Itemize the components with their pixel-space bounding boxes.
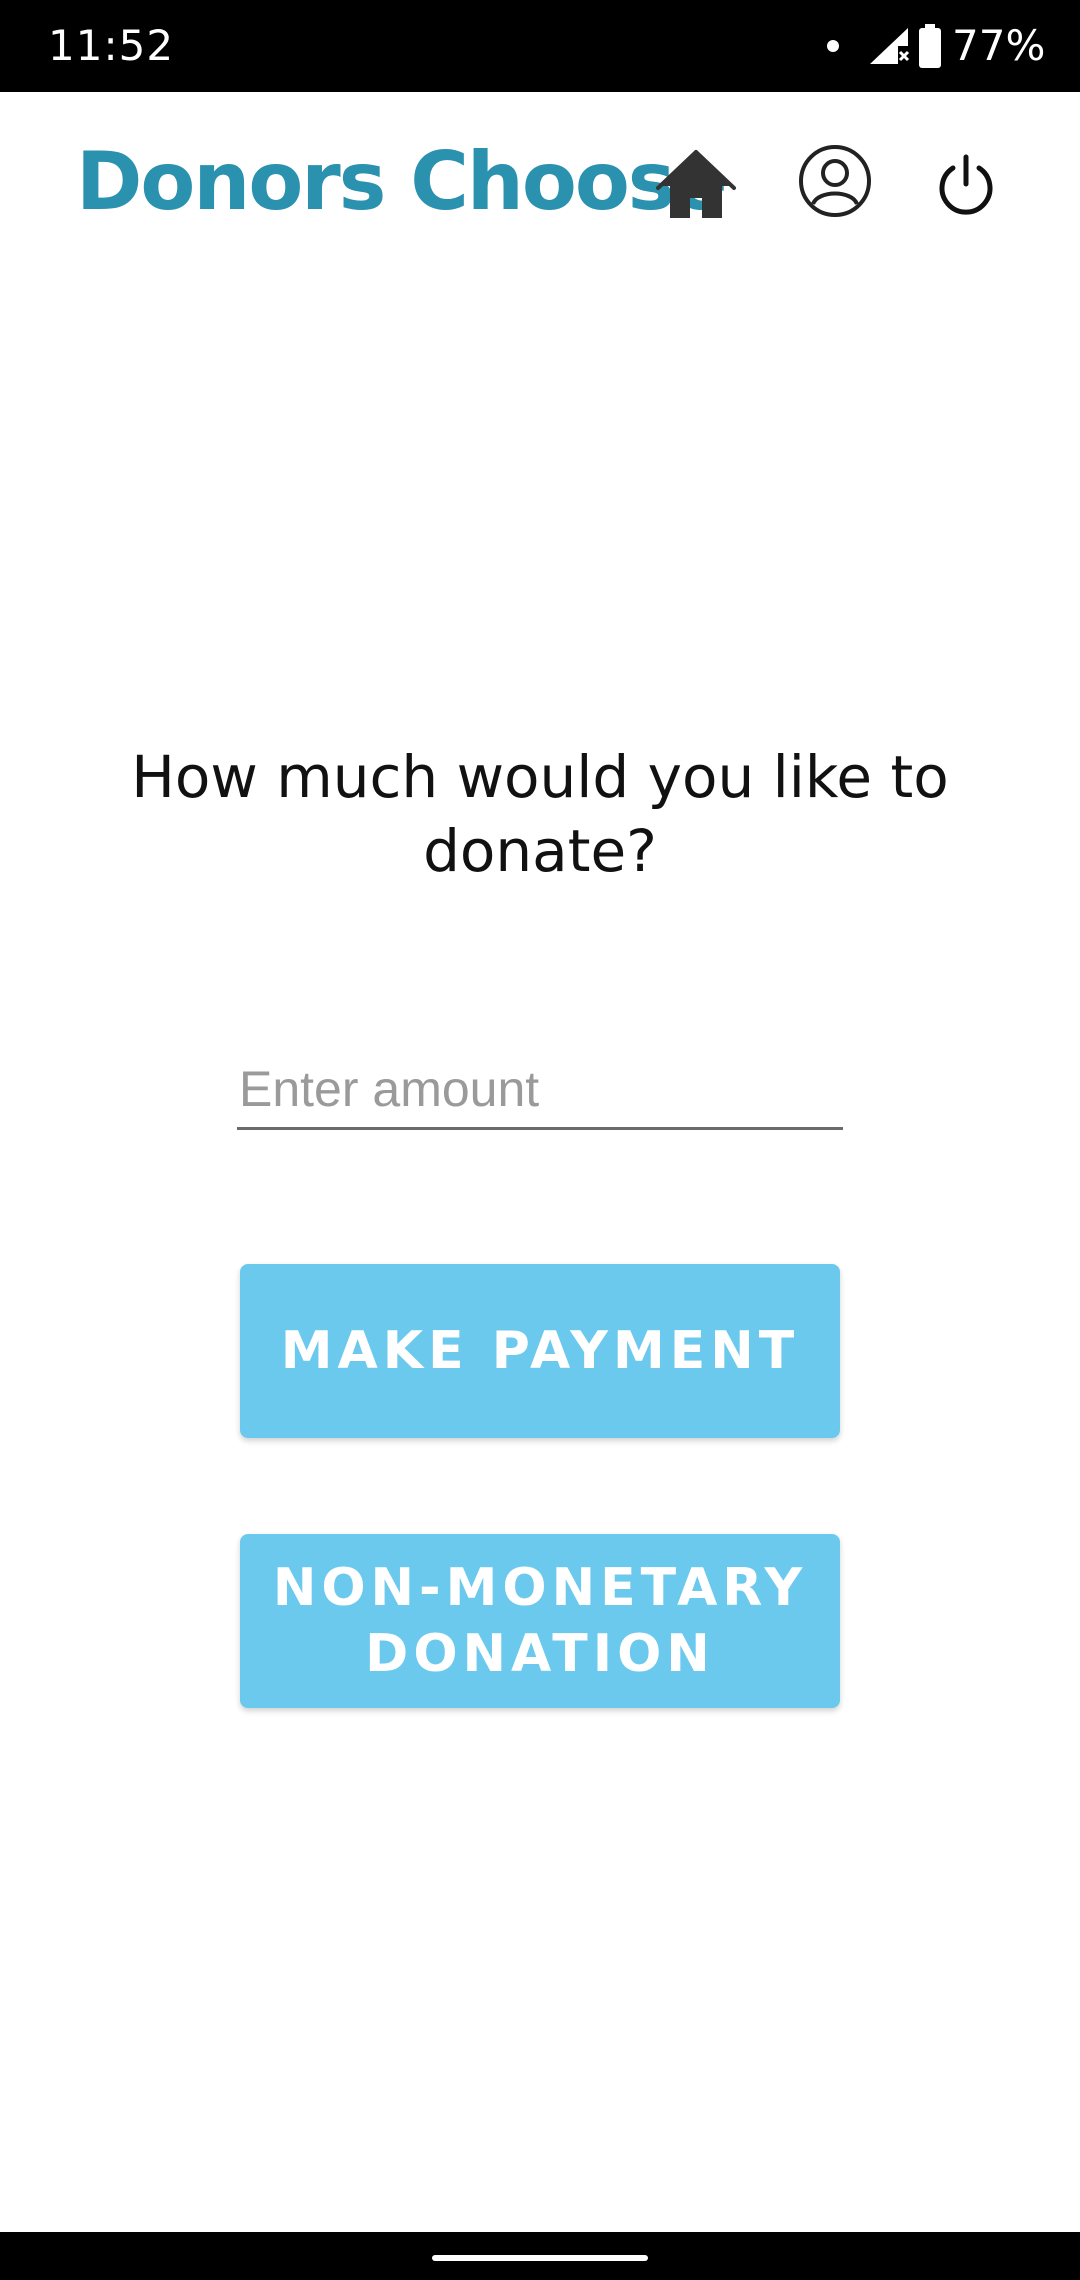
status-bar: 11:52 77% <box>0 0 1080 92</box>
battery-icon <box>919 24 941 68</box>
non-monetary-donation-button[interactable]: NON-MONETARY DONATION <box>240 1534 840 1708</box>
home-gesture-handle[interactable] <box>432 2255 648 2261</box>
battery-percent: 77% <box>952 21 1046 70</box>
make-payment-button[interactable]: MAKE PAYMENT <box>240 1264 840 1438</box>
signal-no-data-icon <box>870 28 910 64</box>
notification-dot-icon <box>827 40 839 52</box>
app-title: Donors Choose <box>76 135 728 228</box>
profile-icon[interactable] <box>798 144 872 218</box>
donation-screen: 11:52 77% Donors Choose How much would y… <box>0 0 1080 2280</box>
status-time: 11:52 <box>48 21 175 70</box>
home-icon[interactable] <box>656 148 736 220</box>
donation-question: How much would you like to donate? <box>131 743 949 885</box>
amount-input[interactable] <box>237 1050 843 1130</box>
power-icon[interactable] <box>935 154 997 216</box>
